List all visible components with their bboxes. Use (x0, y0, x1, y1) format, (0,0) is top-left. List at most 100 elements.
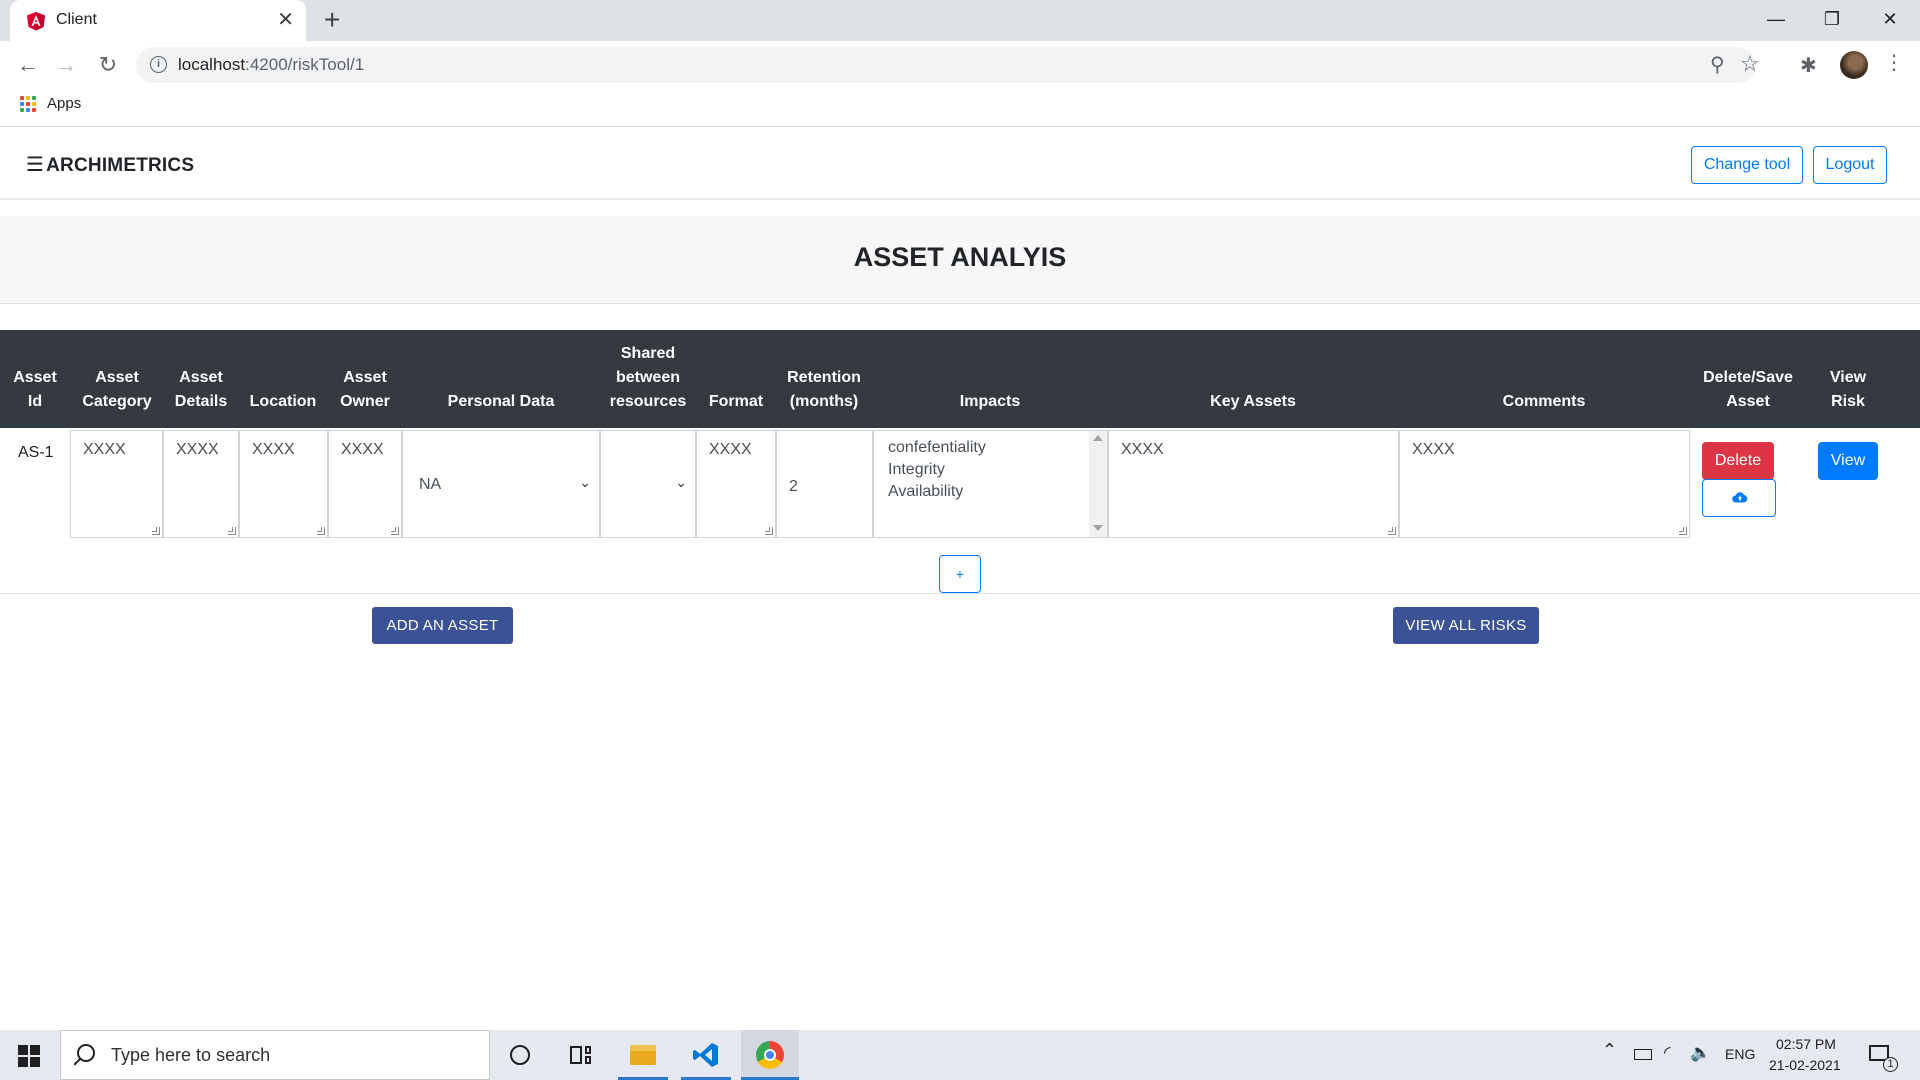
cortana-icon[interactable] (494, 1030, 544, 1080)
site-info-icon[interactable]: i (150, 56, 167, 73)
language-indicator[interactable]: ENG (1725, 1046, 1755, 1062)
brand-name: ARCHIMETRICS (46, 155, 195, 176)
brand[interactable]: ☰ ARCHIMETRICS (26, 152, 194, 177)
scroll-down-icon[interactable] (1093, 525, 1103, 531)
new-tab-icon[interactable]: + (324, 5, 340, 35)
header-delete-save: Delete/Save Asset (1703, 369, 1793, 410)
impacts-option[interactable]: Integrity (888, 461, 945, 479)
network-icon[interactable]: ◜ (1664, 1043, 1671, 1063)
browser-tabstrip: Client ✕ + — ❐ ✕ (0, 0, 1920, 41)
view-risk-button[interactable]: View (1818, 442, 1878, 480)
search-icon (77, 1044, 95, 1062)
taskbar: Type here to search ⌃ ◜ 🔈 ENG 02:57 PM 2… (0, 1030, 1920, 1080)
apps-bookmark[interactable]: Apps (47, 95, 81, 112)
chevron-down-icon: ⌄ (675, 474, 687, 490)
file-explorer-icon[interactable] (618, 1030, 668, 1080)
header-asset-category: Asset Category (82, 369, 152, 410)
hamburger-icon[interactable]: ☰ (26, 152, 44, 177)
resize-handle-icon[interactable] (1388, 527, 1396, 535)
header-asset-owner: Asset Owner (340, 369, 390, 410)
header-comments: Comments (1502, 393, 1586, 410)
address-bar[interactable]: i localhost:4200/riskTool/1 ⚲ ☆ (136, 47, 1760, 83)
apps-grid-icon[interactable] (20, 96, 36, 112)
task-view-icon[interactable] (555, 1030, 605, 1080)
taskbar-search-input[interactable]: Type here to search (60, 1030, 490, 1080)
impacts-multiselect[interactable]: confefentiality Integrity Availability (873, 430, 1108, 538)
zoom-icon[interactable]: ⚲ (1710, 54, 1725, 76)
asset-category-textarea[interactable]: XXXX (70, 430, 163, 538)
key-assets-textarea[interactable]: XXXX (1108, 430, 1399, 538)
header-impacts: Impacts (959, 393, 1021, 410)
scroll-up-icon[interactable] (1093, 435, 1103, 441)
volume-icon[interactable]: 🔈 (1690, 1043, 1711, 1063)
location-textarea[interactable]: XXXX (239, 430, 328, 538)
view-all-risks-button[interactable]: VIEW ALL RISKS (1393, 607, 1539, 644)
back-icon[interactable]: ← (14, 51, 42, 79)
chrome-menu-icon[interactable]: ⋮ (1884, 49, 1904, 77)
battery-icon[interactable] (1634, 1049, 1652, 1060)
windows-start-icon[interactable] (18, 1045, 40, 1067)
header-view-risk: View Risk (1829, 369, 1867, 410)
clock-date[interactable]: 21-02-2021 (1769, 1057, 1841, 1073)
minimize-icon[interactable]: — (1756, 4, 1796, 34)
header-key-assets: Key Assets (1210, 393, 1296, 410)
bookmarks-bar (0, 89, 1920, 127)
tray-chevron-up-icon[interactable]: ⌃ (1602, 1040, 1617, 1061)
asset-id-cell: AS-1 (18, 444, 54, 461)
resize-handle-icon[interactable] (391, 527, 399, 535)
header-location: Location (249, 393, 317, 410)
page-title: ASSET ANALYIS (853, 242, 1067, 272)
delete-button[interactable]: Delete (1702, 442, 1774, 480)
reload-icon[interactable]: ↻ (94, 51, 122, 79)
app-navbar: ☰ ARCHIMETRICS Change tool Logout (0, 128, 1920, 200)
tab-title: Client (56, 11, 97, 28)
header-asset-id: Asset Id (13, 369, 57, 410)
angular-icon (27, 12, 45, 31)
forward-icon[interactable]: → (52, 51, 80, 79)
profile-avatar[interactable] (1840, 51, 1868, 79)
header-shared-resources: Shared between resources (609, 345, 687, 410)
comments-textarea[interactable]: XXXX (1399, 430, 1690, 538)
change-tool-button[interactable]: Change tool (1691, 146, 1803, 184)
impacts-option[interactable]: Availability (888, 483, 963, 501)
table-header: Asset Id Asset Category Asset Details Locat… (0, 330, 1920, 428)
personal-data-value: NA (419, 476, 442, 493)
resize-handle-icon[interactable] (765, 527, 773, 535)
restore-icon[interactable]: ❐ (1812, 4, 1852, 34)
extensions-icon[interactable]: ✱ (1800, 55, 1817, 77)
resize-handle-icon[interactable] (228, 527, 236, 535)
logout-button[interactable]: Logout (1813, 146, 1887, 184)
title-band: ASSET ANALYIS (0, 216, 1920, 304)
header-retention: Retention (months) (787, 369, 861, 410)
resize-handle-icon[interactable] (152, 527, 160, 535)
impacts-option[interactable]: confefentiality (888, 439, 986, 457)
add-row-button[interactable]: + (939, 555, 981, 593)
vscode-icon[interactable] (681, 1030, 731, 1080)
personal-data-select[interactable]: NA ⌄ (402, 430, 600, 538)
chrome-taskbar-icon[interactable] (741, 1030, 799, 1080)
divider (0, 593, 1920, 594)
asset-owner-textarea[interactable]: XXXX (328, 430, 402, 538)
format-textarea[interactable]: XXXX (696, 430, 776, 538)
resize-handle-icon[interactable] (317, 527, 325, 535)
browser-toolbar: ← → ↻ i localhost:4200/riskTool/1 ⚲ ☆ ✱ … (0, 41, 1920, 89)
bookmark-star-icon[interactable]: ☆ (1740, 53, 1760, 75)
impacts-scrollbar[interactable] (1089, 431, 1107, 537)
add-asset-button[interactable]: ADD AN ASSET (372, 607, 513, 644)
search-placeholder: Type here to search (111, 1045, 271, 1065)
url-text[interactable]: localhost:4200/riskTool/1 (178, 55, 364, 75)
browser-tab[interactable]: Client ✕ (10, 0, 306, 41)
retention-input[interactable]: 2 (776, 430, 873, 538)
header-asset-details: Asset Details (174, 369, 228, 410)
tab-close-icon[interactable]: ✕ (277, 9, 294, 31)
save-button[interactable] (1702, 479, 1776, 517)
shared-resources-select[interactable]: ⌄ (600, 430, 696, 538)
header-personal-data: Personal Data (447, 393, 555, 410)
window-close-icon[interactable]: ✕ (1870, 4, 1910, 34)
chevron-down-icon: ⌄ (579, 474, 591, 490)
resize-handle-icon[interactable] (1679, 527, 1687, 535)
cloud-upload-icon (1732, 492, 1748, 503)
asset-details-textarea[interactable]: XXXX (163, 430, 239, 538)
clock-time[interactable]: 02:57 PM (1776, 1036, 1836, 1052)
notification-count-badge: 1 (1883, 1057, 1898, 1072)
